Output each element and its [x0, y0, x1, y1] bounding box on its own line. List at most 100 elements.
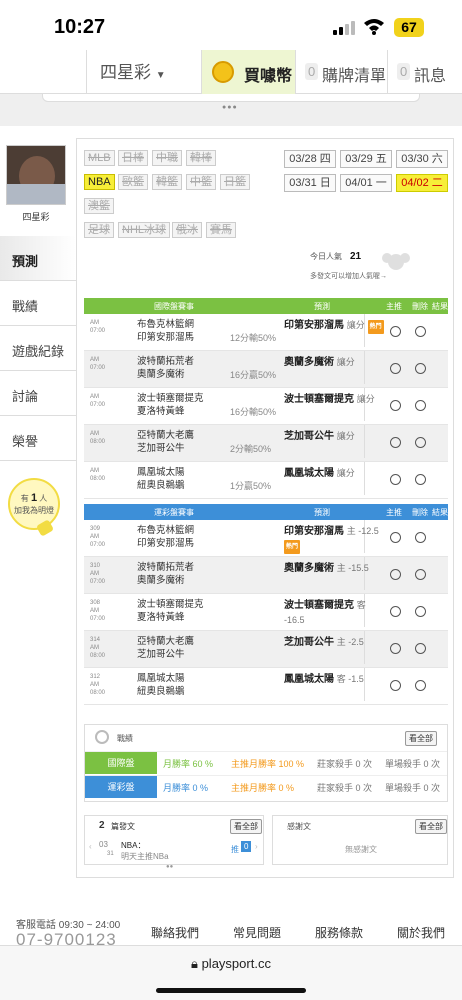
- match-ampm: AM: [90, 645, 99, 651]
- pick[interactable]: 波士頓塞爾提克 讓分: [284, 392, 384, 407]
- table-row: AM 07:00 布魯克林籃網 印第安那溜馬 12分輸50% 印第安那溜馬 讓分 熱門: [84, 314, 448, 351]
- posts-view-all-button[interactable]: 看全部: [230, 819, 262, 834]
- pick[interactable]: 芝加哥公牛 讓分: [284, 429, 384, 444]
- post-date-day: 31: [107, 851, 114, 857]
- home-push-radio[interactable]: [390, 437, 401, 448]
- league-nhl[interactable]: NHL冰球: [118, 222, 171, 238]
- pick[interactable]: 奧蘭多魔術 主 -15.5: [284, 561, 384, 576]
- flower-decoration-icon: [382, 253, 410, 270]
- delete-radio[interactable]: [415, 437, 426, 448]
- lightbulb-badge[interactable]: 有 1 人 加我為明燈: [8, 478, 60, 530]
- footer-link-about[interactable]: 關於我們: [397, 924, 445, 941]
- league-horse[interactable]: 賽馬: [206, 222, 236, 238]
- home-push-radio[interactable]: [390, 643, 401, 654]
- post-date-month: 03: [99, 840, 108, 849]
- date-0330[interactable]: 03/30 六: [396, 150, 448, 168]
- side-tab-discuss[interactable]: 討論: [0, 371, 76, 416]
- league-nbl[interactable]: 澳籃: [84, 198, 114, 214]
- date-0329[interactable]: 03/29 五: [340, 150, 392, 168]
- table-row: AM 08:00 亞特蘭大老鷹 芝加哥公牛 2分輸50% 芝加哥公牛 讓分: [84, 425, 448, 462]
- message-button[interactable]: 0 訊息: [388, 50, 462, 94]
- pick[interactable]: 波士頓塞爾提克 客 -16.5: [284, 598, 384, 628]
- team-away: 鳳凰城太陽: [137, 673, 185, 684]
- league-nba[interactable]: NBA: [84, 174, 115, 190]
- avatar[interactable]: [6, 145, 66, 205]
- thanks-view-all-button[interactable]: 看全部: [415, 819, 447, 834]
- date-0402[interactable]: 04/02 二: [396, 174, 448, 192]
- match-time: AM 08:00: [90, 430, 110, 446]
- league-jpb[interactable]: 日棒: [118, 150, 148, 166]
- home-push-radio[interactable]: [390, 532, 401, 543]
- match-ampm: AM: [90, 682, 99, 688]
- pick-note: 讓分: [336, 357, 355, 367]
- match-time: 308 AM 07:00: [90, 599, 110, 623]
- side-tab-record[interactable]: 戰績: [0, 281, 76, 326]
- date-0331[interactable]: 03/31 日: [284, 174, 336, 192]
- home-push-radio[interactable]: [390, 363, 401, 374]
- delete-radio[interactable]: [415, 532, 426, 543]
- footer-link-faq[interactable]: 常見問題: [233, 924, 281, 941]
- side-tab-history[interactable]: 遊戲紀錄: [0, 326, 76, 371]
- home-push-radio[interactable]: [390, 474, 401, 485]
- side-tab-predict[interactable]: 預測: [0, 236, 76, 281]
- stats-single: 單場殺手 0 次: [385, 759, 441, 769]
- pick[interactable]: 鳳凰城太陽 客 -1.5: [284, 672, 384, 687]
- league-euro-bball[interactable]: 歐籃: [118, 174, 148, 190]
- match-number: 309: [90, 526, 101, 532]
- delete-radio[interactable]: [415, 643, 426, 654]
- delete-radio[interactable]: [415, 326, 426, 337]
- stats-month-rate: 月勝率 60 %: [163, 759, 214, 769]
- home-push-radio[interactable]: [390, 569, 401, 580]
- match-clock: 07:00: [90, 365, 106, 371]
- date-0401[interactable]: 04/01 一: [340, 174, 392, 192]
- pick[interactable]: 鳳凰城太陽 讓分: [284, 466, 384, 481]
- date-0328[interactable]: 03/28 四: [284, 150, 336, 168]
- delete-radio[interactable]: [415, 680, 426, 691]
- hot-badge: 熱門: [284, 540, 301, 554]
- coin-button[interactable]: 買噱幣: [201, 50, 296, 94]
- home-push-radio[interactable]: [390, 326, 401, 337]
- delete-radio[interactable]: [415, 474, 426, 485]
- post-subtitle[interactable]: 明天主推NBa: [121, 851, 169, 862]
- pick-team: 芝加哥公牛: [284, 637, 334, 648]
- side-tab-honor[interactable]: 榮譽: [0, 416, 76, 461]
- stats-streak: 莊家殺手 0 次: [317, 783, 373, 793]
- pick[interactable]: 印第安那溜馬 讓分 熱門: [284, 318, 384, 334]
- delete-radio[interactable]: [415, 569, 426, 580]
- posts-pager-dots[interactable]: ●●: [166, 864, 173, 870]
- footer-link-terms[interactable]: 服務條款: [315, 924, 363, 941]
- delete-radio[interactable]: [415, 363, 426, 374]
- league-mlb[interactable]: MLB: [84, 150, 115, 166]
- league-kbl[interactable]: 韓籃: [152, 174, 182, 190]
- table-row: 312 AM 08:00 鳳凰城太陽 紐奧良鵜鶘 鳳凰城太陽 客 -1.5: [84, 668, 448, 705]
- footer-link-contact[interactable]: 聯絡我們: [151, 924, 199, 941]
- delete-radio[interactable]: [415, 400, 426, 411]
- team-away: 波特蘭拓荒者: [137, 562, 195, 573]
- popularity-hint[interactable]: 多發文可以增加人氣喔→: [310, 271, 387, 281]
- post-title[interactable]: NBA：: [121, 840, 145, 851]
- league-soccer[interactable]: 足球: [84, 222, 114, 238]
- pick[interactable]: 芝加哥公牛 主 -2.5: [284, 635, 384, 650]
- league-khl[interactable]: 俄冰: [172, 222, 202, 238]
- next-arrow-icon[interactable]: ›: [255, 842, 258, 851]
- stats-streak: 莊家殺手 0 次: [317, 759, 373, 769]
- home-push-radio[interactable]: [390, 606, 401, 617]
- league-cba[interactable]: 中籃: [186, 174, 216, 190]
- cart-button[interactable]: 0 購牌清單: [296, 50, 388, 94]
- home-push-radio[interactable]: [390, 400, 401, 411]
- league-cpbl[interactable]: 中職: [152, 150, 182, 166]
- pick[interactable]: 奧蘭多魔術 讓分: [284, 355, 384, 370]
- pick-note: 主 -12.5: [346, 526, 379, 536]
- pager-dots[interactable]: ●●●: [222, 104, 238, 111]
- pick-note: 客 -1.5: [336, 674, 364, 684]
- home-push-radio[interactable]: [390, 680, 401, 691]
- stats-tag-intl: 國際盤: [85, 752, 157, 774]
- league-kbo[interactable]: 韓棒: [186, 150, 216, 166]
- home-indicator[interactable]: [156, 988, 306, 993]
- lottery-select[interactable]: 四星彩 ▼: [100, 58, 166, 83]
- prev-arrow-icon[interactable]: ‹: [89, 842, 92, 851]
- league-bleague[interactable]: 日籃: [220, 174, 250, 190]
- stats-view-all-button[interactable]: 看全部: [405, 731, 437, 746]
- pick[interactable]: 印第安那溜馬 主 -12.5 熱門: [284, 524, 384, 554]
- delete-radio[interactable]: [415, 606, 426, 617]
